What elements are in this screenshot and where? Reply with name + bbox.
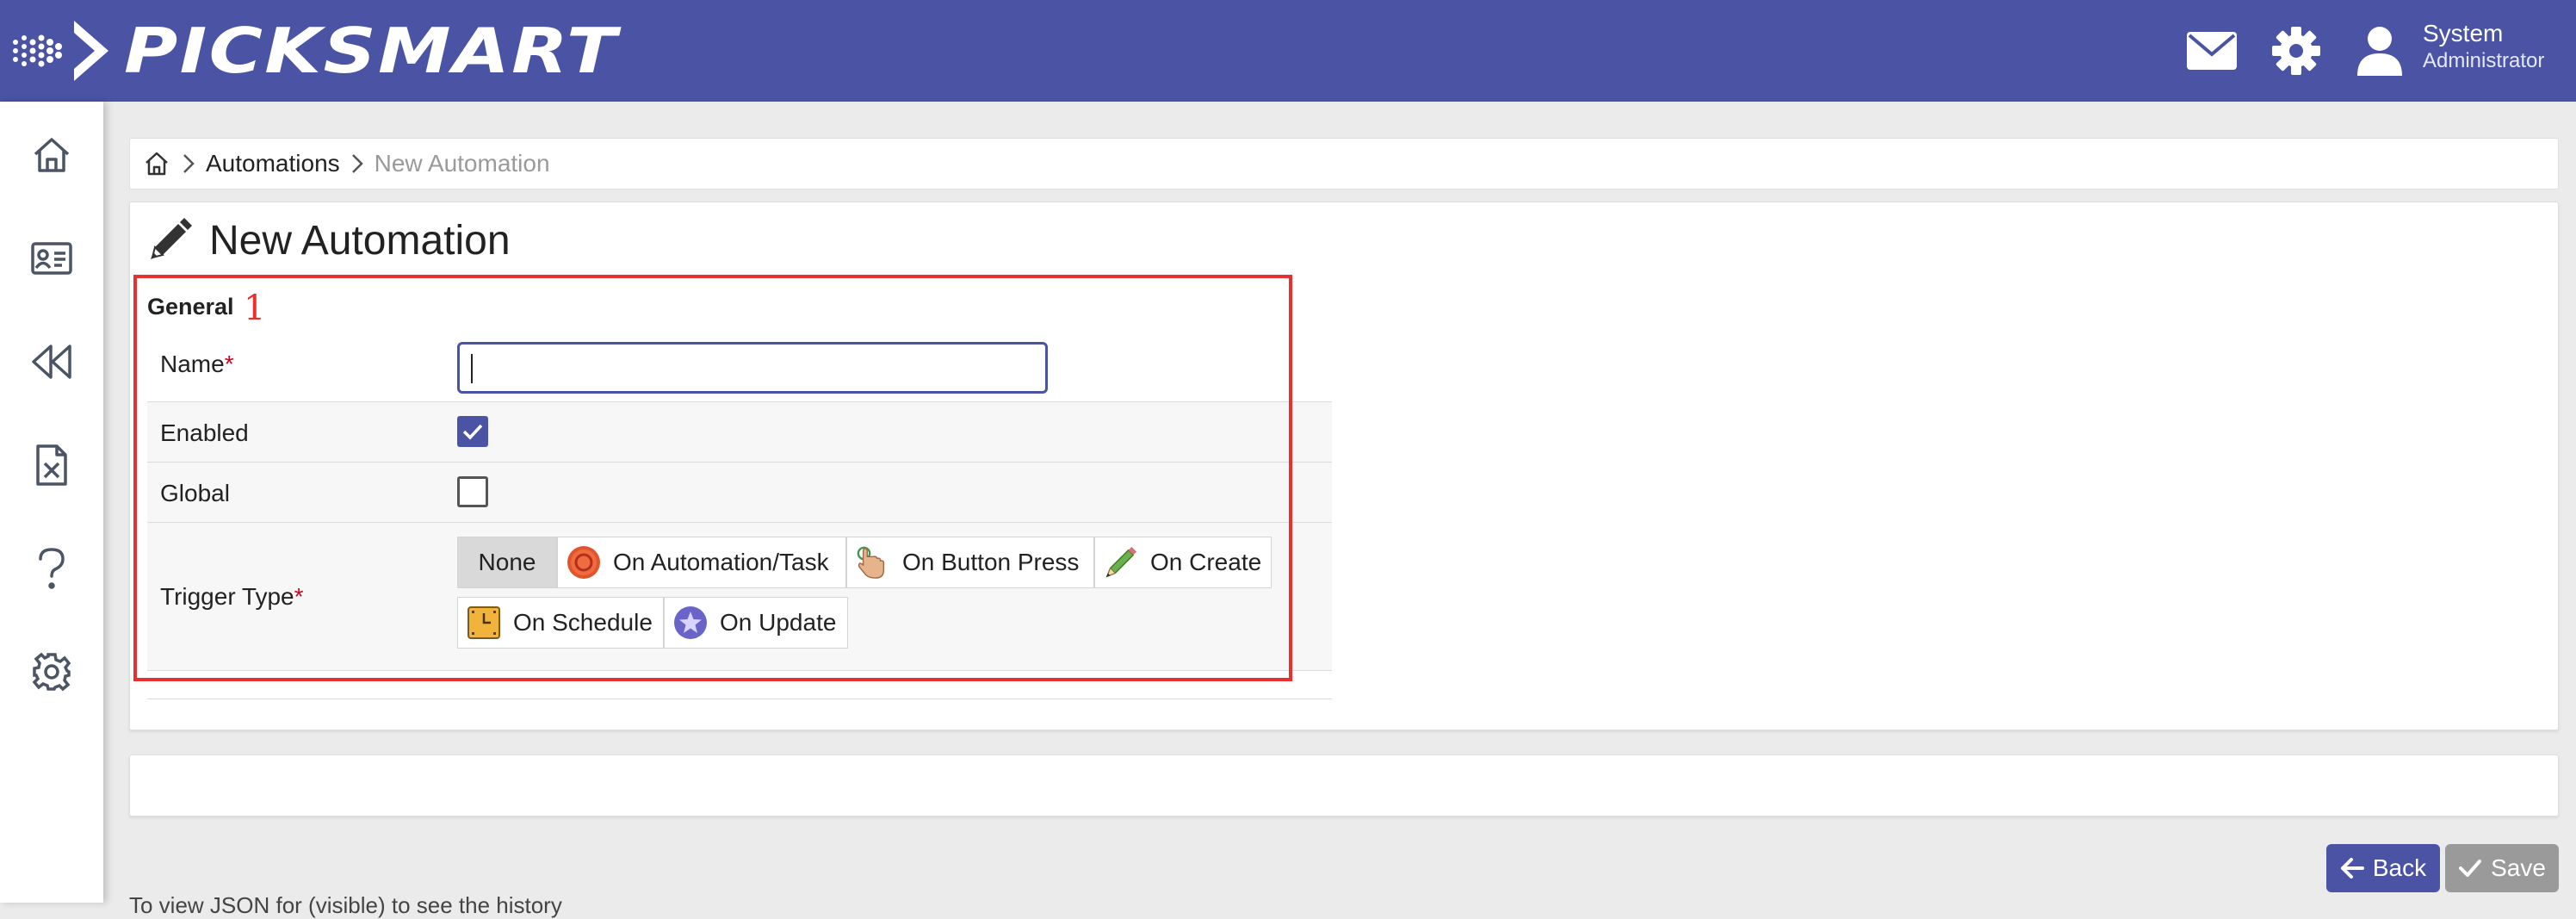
form-row-enabled: Enabled [147,402,1332,463]
sidebar-item-settings[interactable] [24,644,79,699]
section-general: General [147,294,234,320]
user-name: System [2423,20,2504,47]
sidebar-item-home[interactable] [24,127,79,183]
trigger-type-label-text: Trigger Type [160,583,294,610]
schedule-icon [467,605,501,640]
annotation-number: 1 [244,289,266,328]
breadcrumb: Automations New Automation [129,138,2559,189]
trigger-option-none[interactable]: None [457,537,557,588]
id-card-icon [31,242,72,275]
page-title-text: New Automation [209,217,511,264]
logo-arrow-icon [13,21,108,81]
user-avatar-icon[interactable] [2354,0,2406,102]
required-mark: * [224,351,234,377]
picksmart-logo[interactable]: PICKSMART [7,12,616,90]
secondary-panel [129,754,2559,817]
trigger-option-on-update[interactable]: On Update [664,597,848,649]
trigger-option-label: On Automation/Task [613,549,829,575]
back-button[interactable]: Back [2326,844,2440,892]
form-row-global: Global [147,463,1332,523]
form-row-trigger-type: Trigger Type* None On Automation/Task On… [147,523,1332,671]
trigger-type-label: Trigger Type* [160,583,304,611]
trigger-option-on-automation-task[interactable]: On Automation/Task [557,537,846,588]
mail-icon[interactable] [2183,0,2240,102]
sidebar-item-history[interactable] [24,334,79,389]
enabled-label: Enabled [160,419,249,446]
breadcrumb-home[interactable] [142,149,171,178]
brand-name: PICKSMART [124,15,619,87]
trigger-option-on-button-press[interactable]: On Button Press [846,537,1094,588]
home-icon [146,152,168,176]
save-button-label: Save [2491,854,2546,881]
trigger-option-on-create[interactable]: On Create [1094,537,1272,588]
sidebar-item-help[interactable] [24,541,79,596]
record-icon [567,545,601,580]
gear-icon[interactable] [2269,0,2323,102]
form-row-name: Name* [147,330,1332,402]
help-icon [39,548,65,589]
checkmark-icon [462,424,483,440]
trigger-option-label: None [478,549,536,575]
star-icon [673,605,708,640]
enabled-checkbox[interactable] [457,416,488,447]
trigger-option-label: On Update [720,609,837,636]
user-menu[interactable]: System Administrator [2423,19,2544,74]
chevron-right-icon [340,152,375,175]
name-label-text: Name [160,351,225,377]
text-cursor [471,354,473,383]
rewind-icon [32,345,71,379]
global-checkbox[interactable] [457,476,488,507]
trigger-option-label: On Button Press [902,549,1080,575]
excel-file-icon [36,444,67,486]
user-role: Administrator [2423,49,2545,72]
chevron-right-icon [171,152,206,175]
save-button[interactable]: Save [2445,844,2559,892]
sidebar-item-contacts[interactable] [24,231,79,286]
back-button-label: Back [2372,854,2427,881]
pencil-icon [151,218,192,259]
automation-form-panel: New Automation General Name* Enabled Glo… [129,202,2559,730]
sidebar [0,102,103,903]
app-header: PICKSMART System Administrator [0,0,2576,102]
required-mark: * [294,583,304,610]
breadcrumb-automations[interactable]: Automations [206,150,340,177]
trigger-option-on-schedule[interactable]: On Schedule [457,597,664,649]
page-title: New Automation [147,216,511,264]
sidebar-item-reports[interactable] [24,438,79,493]
footer-note: To view JSON for (visible) to see the hi… [129,892,562,918]
settings-icon [32,652,71,692]
global-label: Global [160,480,230,506]
checkmark-icon [2459,860,2482,877]
name-input[interactable] [457,342,1048,394]
pointing-hand-icon [856,545,890,580]
arrow-left-icon [2340,858,2364,879]
breadcrumb-current: New Automation [374,150,550,177]
pencil-icon [1104,545,1138,580]
trigger-option-label: On Schedule [513,609,653,636]
trigger-option-label: On Create [1150,549,1262,575]
home-icon [34,138,70,172]
name-label: Name* [160,351,234,378]
